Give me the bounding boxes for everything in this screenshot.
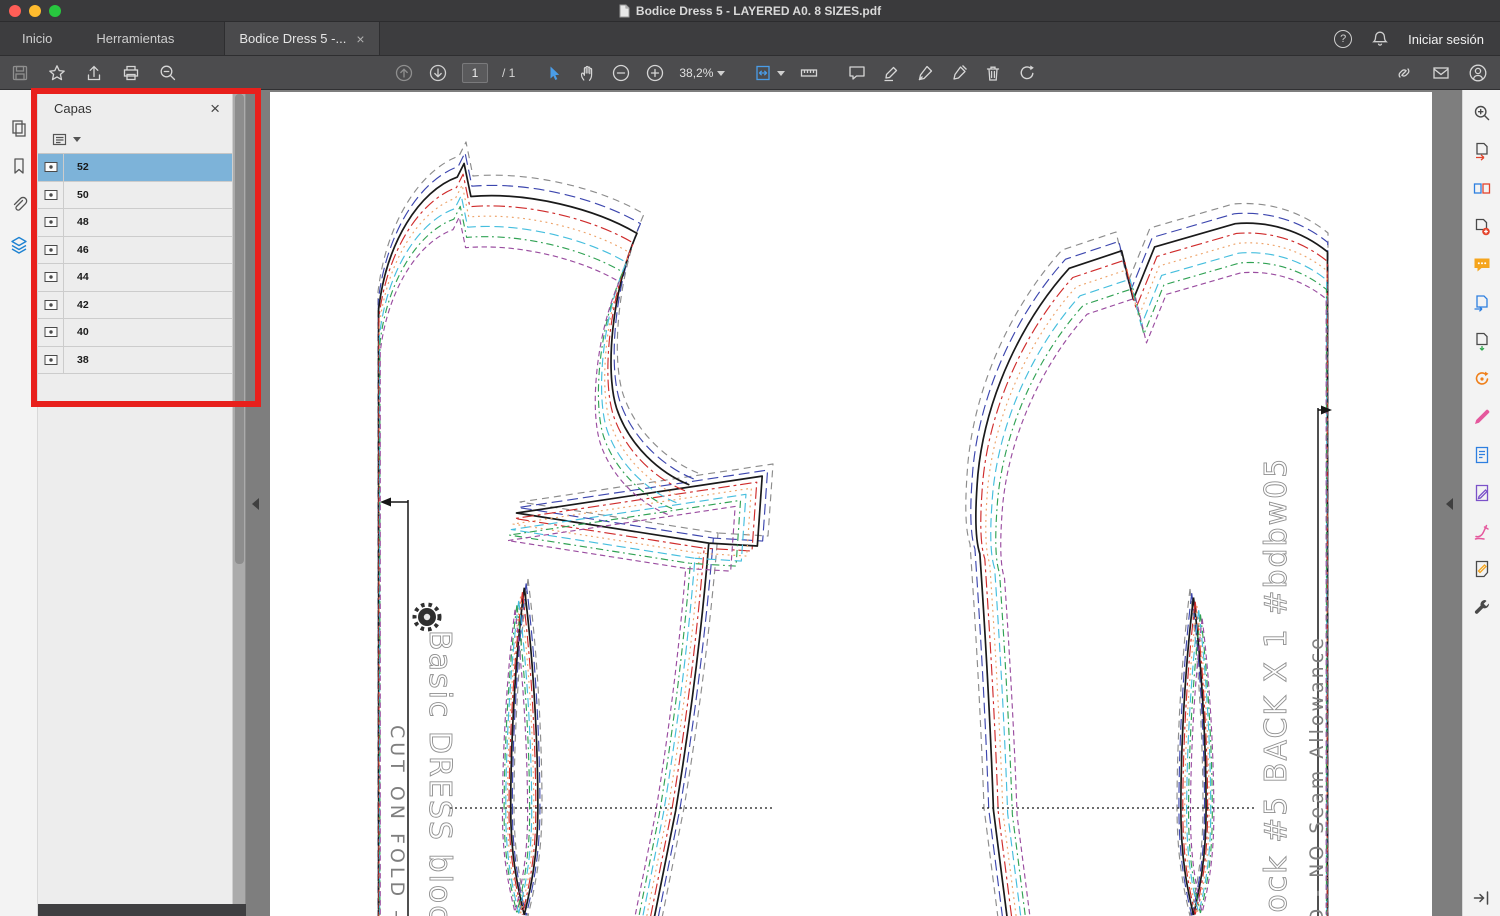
sticky-note-icon[interactable] (1472, 559, 1492, 579)
account-avatar[interactable] (1468, 63, 1488, 83)
document-icon (619, 4, 630, 17)
tab-bar: Inicio Herramientas Bodice Dress 5 -... … (0, 22, 1500, 56)
annotation-highlight (31, 88, 261, 407)
layers-icon[interactable] (9, 235, 29, 255)
tab-home[interactable]: Inicio (0, 22, 74, 55)
zoom-window-button[interactable] (49, 5, 61, 17)
page-thumbnails-icon[interactable] (9, 118, 29, 138)
tab-close-icon[interactable]: × (356, 31, 364, 47)
prepare-form-icon[interactable] (1472, 483, 1492, 503)
combine-files-icon[interactable] (1472, 293, 1492, 313)
highlight-tool-button[interactable] (881, 63, 901, 83)
create-pdf-icon[interactable] (1472, 217, 1492, 237)
sign-in-button[interactable]: Iniciar sesión (1408, 32, 1484, 47)
back-fold-label: LD - NO Seam Allowance (1306, 635, 1328, 916)
export-pdf-icon[interactable] (1472, 141, 1492, 161)
comment-tools-icon[interactable] (1472, 255, 1492, 275)
edit-pdf-icon[interactable] (1472, 407, 1492, 427)
pattern-drawing: Basic DRESS block CUT ON FOLD - block #5… (377, 141, 1332, 916)
zoom-level-dropdown[interactable]: 38,2% (679, 66, 726, 80)
page-total-label: / 1 (502, 66, 516, 80)
select-tool-button[interactable] (543, 63, 563, 83)
brand-logo (412, 602, 442, 632)
page-number-input[interactable]: 1 (462, 63, 488, 83)
sign-request-icon[interactable] (1472, 521, 1492, 541)
collapse-right-panel-handle[interactable] (1446, 498, 1453, 510)
titlebar: Bodice Dress 5 - LAYERED A0. 8 SIZES.pdf (0, 0, 1500, 22)
rotate-tool-button[interactable] (1017, 63, 1037, 83)
star-button[interactable] (47, 63, 67, 83)
more-tools-icon[interactable] (1472, 597, 1492, 617)
document-scroll-area[interactable]: Basic DRESS block CUT ON FOLD - block #5… (246, 90, 1462, 916)
email-button[interactable] (1431, 63, 1451, 83)
close-window-button[interactable] (9, 5, 21, 17)
open-tools-pane-icon[interactable] (1471, 888, 1491, 908)
window-title: Bodice Dress 5 - LAYERED A0. 8 SIZES.pdf (635, 3, 882, 18)
zoom-in-button[interactable] (645, 63, 665, 83)
previous-page-button[interactable] (394, 63, 414, 83)
fit-width-button[interactable] (753, 63, 786, 83)
tab-document-label: Bodice Dress 5 -... (239, 31, 347, 46)
organize-pages-icon[interactable] (1472, 179, 1492, 199)
delete-tool-button[interactable] (983, 63, 1003, 83)
zoom-out-button[interactable] (611, 63, 631, 83)
tab-document[interactable]: Bodice Dress 5 -... × (224, 22, 380, 55)
tools-rail (1462, 90, 1500, 916)
minimize-window-button[interactable] (29, 5, 41, 17)
print-button[interactable] (121, 63, 141, 83)
collapse-left-panel-handle[interactable] (252, 498, 259, 510)
chevron-down-icon (777, 70, 786, 76)
attachments-icon[interactable] (9, 195, 29, 215)
next-page-button[interactable] (428, 63, 448, 83)
compress-pdf-icon[interactable] (1472, 331, 1492, 351)
main-toolbar: 1 / 1 38,2% (0, 56, 1500, 90)
fill-sign-tool-button[interactable] (949, 63, 969, 83)
acrobat-window: { "window": { "title": "Bodice Dress 5 -… (0, 0, 1500, 916)
front-fold-label: CUT ON FOLD - (386, 725, 408, 916)
share-button[interactable] (84, 63, 104, 83)
find-tool-icon[interactable] (1472, 103, 1492, 123)
hand-tool-button[interactable] (577, 63, 597, 83)
pdf-page: Basic DRESS block CUT ON FOLD - block #5… (270, 92, 1432, 916)
tab-tools[interactable]: Herramientas (74, 22, 196, 55)
search-button[interactable] (158, 63, 178, 83)
traffic-lights (9, 5, 61, 17)
back-piece-label: block #5 BACK X 1 #bdbw05 (1259, 457, 1294, 916)
save-button[interactable] (10, 63, 30, 83)
action-wizard-icon[interactable] (1472, 369, 1492, 389)
bookmarks-icon[interactable] (9, 156, 29, 176)
fill-and-sign-icon[interactable] (1472, 445, 1492, 465)
share-link-button[interactable] (1394, 63, 1414, 83)
sign-tool-button[interactable] (915, 63, 935, 83)
comment-tool-button[interactable] (847, 63, 867, 83)
bell-icon[interactable] (1370, 29, 1390, 49)
front-piece-label: Basic DRESS block (422, 630, 457, 916)
pattern-size-outlines (377, 141, 1329, 916)
measure-tool-button[interactable] (799, 63, 819, 83)
chevron-down-icon (717, 70, 726, 76)
panel-horizontal-scrollbar[interactable] (38, 904, 246, 916)
help-icon[interactable]: ? (1334, 30, 1353, 48)
